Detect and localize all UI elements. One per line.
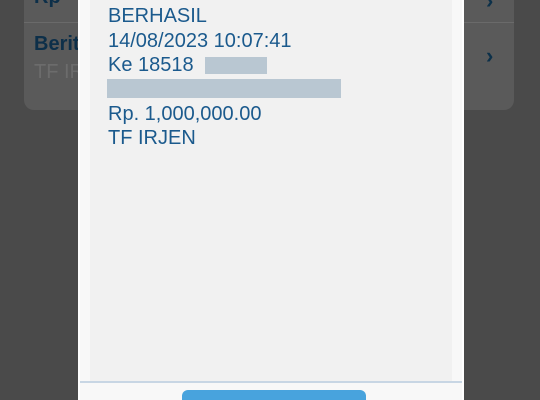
screen: Rp › Berita TF IRJEN › BERHASIL 14/08/20… [0,0,540,400]
status-text: BERHASIL [108,5,207,27]
transaction-result-dialog: BERHASIL 14/08/2023 10:07:41 Ke 18518 Rp… [78,0,464,400]
redacted-account-number [205,57,267,74]
transfer-note: TF IRJEN [108,127,196,149]
redacted-recipient-name [107,79,341,98]
recipient-account: Ke 18518 [108,54,194,76]
dialog-divider [80,381,462,383]
receipt-panel: BERHASIL 14/08/2023 10:07:41 Ke 18518 Rp… [90,0,452,382]
dialog-action-button[interactable] [182,390,366,400]
transaction-datetime: 14/08/2023 10:07:41 [108,30,292,52]
chevron-right-icon[interactable]: › [486,0,506,13]
amount-row-label: Rp [34,0,61,9]
chevron-right-icon[interactable]: › [486,43,506,68]
transfer-amount: Rp. 1,000,000.00 [108,103,262,125]
